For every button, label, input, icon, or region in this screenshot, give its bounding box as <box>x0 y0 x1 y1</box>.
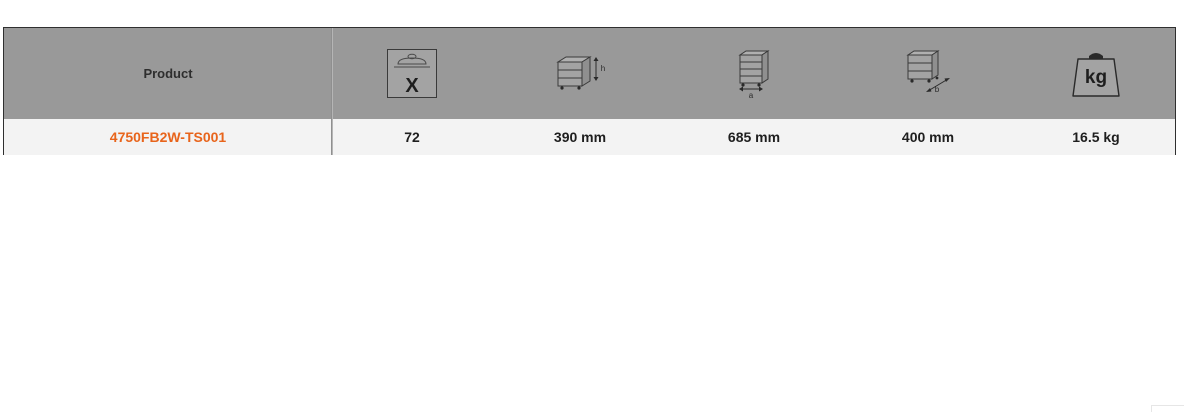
header-height: h <box>492 28 668 119</box>
svg-text:a: a <box>749 91 754 100</box>
svg-text:X: X <box>405 75 419 97</box>
corner-widget <box>1151 405 1184 412</box>
cell-quantity: 72 <box>332 119 492 155</box>
header-quantity: X <box>332 28 492 119</box>
cell-width: 685 mm <box>668 119 840 155</box>
table-row: 4750FB2W-TS001 72 390 mm 685 mm 400 mm 1… <box>4 119 1175 155</box>
column-divider <box>331 28 333 119</box>
header-depth: b <box>840 28 1016 119</box>
column-divider <box>331 119 333 155</box>
quantity-value: 72 <box>404 129 420 145</box>
weight-value: 16.5 kg <box>1072 129 1120 145</box>
cell-depth: 400 mm <box>840 119 1016 155</box>
svg-text:kg: kg <box>1085 67 1107 88</box>
quantity-icon: X <box>387 48 437 98</box>
weight-icon: kg <box>1072 52 1120 97</box>
specifications-table: Product X h a b kg 4750FB2W-TS001 72 390… <box>3 27 1176 155</box>
cell-weight: 16.5 kg <box>1016 119 1176 155</box>
width-value: 685 mm <box>727 129 781 145</box>
cell-height: 390 mm <box>492 119 668 155</box>
height-value: 390 mm <box>553 129 607 145</box>
header-product: Product <box>4 28 332 119</box>
product-link[interactable]: 4750FB2W-TS001 <box>110 129 226 145</box>
depth-value: 400 mm <box>901 129 955 145</box>
height-icon: h <box>556 55 605 90</box>
depth-icon: b <box>906 49 950 94</box>
width-icon: a <box>738 49 770 100</box>
table-header-row: Product X h a b kg <box>4 28 1175 119</box>
header-weight: kg <box>1016 28 1176 119</box>
svg-text:h: h <box>601 64 605 73</box>
header-product-label: Product <box>143 66 193 81</box>
header-width: a <box>668 28 840 119</box>
cell-product: 4750FB2W-TS001 <box>4 119 332 155</box>
svg-text:b: b <box>935 85 940 94</box>
